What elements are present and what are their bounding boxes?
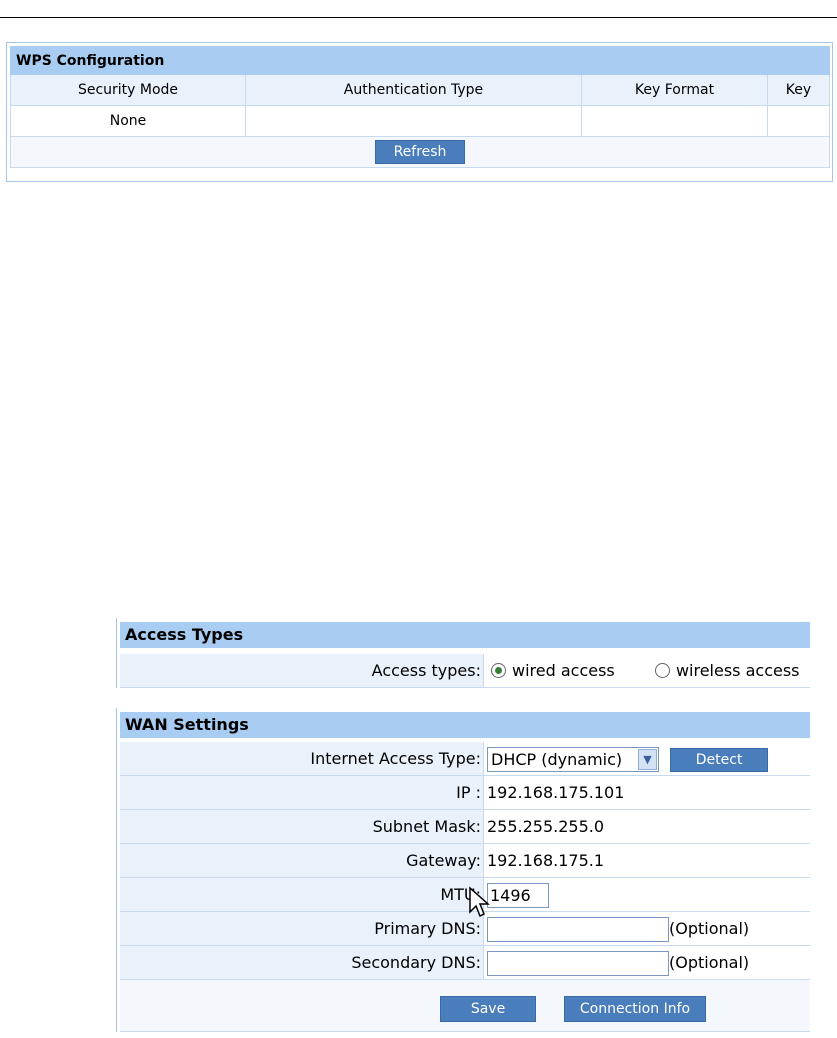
ip-label: IP : [120, 776, 484, 809]
internet-access-type-row: Internet Access Type: DHCP (dynamic) ▼ D… [120, 742, 810, 776]
refresh-row: Refresh [10, 136, 830, 168]
gateway-label: Gateway: [120, 844, 484, 877]
subnet-mask-label: Subnet Mask: [120, 810, 484, 843]
access-types-options: wired access wireless access [484, 654, 810, 687]
network-settings-panel: Access Types Access types: wired access … [116, 618, 810, 1032]
primary-dns-value: (Optional) [484, 912, 810, 945]
secondary-dns-value: (Optional) [484, 946, 810, 979]
secondary-dns-row: Secondary DNS: (Optional) [120, 946, 810, 980]
column-key: Key [767, 74, 830, 106]
secondary-dns-input[interactable] [487, 951, 669, 976]
column-security-mode: Security Mode [10, 74, 246, 106]
cell-key [767, 105, 830, 137]
wps-configuration-panel: WPS Configuration Security Mode Authenti… [6, 42, 833, 182]
subnet-mask-row: Subnet Mask: 255.255.255.0 [120, 810, 810, 844]
wireless-access-radio[interactable] [654, 663, 670, 678]
secondary-dns-optional: (Optional) [669, 953, 750, 972]
mouse-pointer-icon [469, 886, 490, 918]
access-types-title: Access Types [120, 622, 810, 648]
primary-dns-input[interactable] [487, 917, 669, 942]
gateway-row: Gateway: 192.168.175.1 [120, 844, 810, 878]
wps-title: WPS Configuration [10, 46, 830, 75]
mtu-value: 1496 [484, 878, 810, 911]
wps-table: WPS Configuration Security Mode Authenti… [10, 46, 830, 168]
internet-access-type-label: Internet Access Type: [120, 742, 484, 775]
wan-settings-title: WAN Settings [120, 712, 810, 738]
wired-access-radio[interactable] [491, 663, 506, 678]
table-row: None [10, 105, 830, 137]
ip-value: 192.168.175.101 [484, 776, 810, 809]
top-rule [0, 17, 837, 18]
column-key-format: Key Format [581, 74, 768, 106]
internet-access-type-selected: DHCP (dynamic) [491, 750, 623, 769]
access-types-row: Access types: wired access wireless acce… [120, 654, 810, 688]
internet-access-type-value: DHCP (dynamic) ▼ Detect [484, 742, 810, 775]
refresh-button[interactable]: Refresh [375, 140, 465, 164]
mtu-label: MTU: [120, 878, 484, 911]
subnet-mask-value: 255.255.255.0 [484, 810, 810, 843]
wireless-access-label[interactable]: wireless access [676, 661, 800, 680]
chevron-down-icon[interactable]: ▼ [638, 749, 657, 770]
ip-row: IP : 192.168.175.101 [120, 776, 810, 810]
cell-security-mode: None [10, 105, 246, 137]
actions-row: Save Connection Info [120, 980, 810, 1032]
mtu-input[interactable]: 1496 [487, 883, 549, 908]
save-button[interactable]: Save [440, 996, 536, 1022]
cell-authentication-type [245, 105, 582, 137]
primary-dns-row: Primary DNS: (Optional) [120, 912, 810, 946]
primary-dns-optional: (Optional) [669, 919, 750, 938]
primary-dns-label: Primary DNS: [120, 912, 484, 945]
gateway-value: 192.168.175.1 [484, 844, 810, 877]
column-authentication-type: Authentication Type [245, 74, 582, 106]
secondary-dns-label: Secondary DNS: [120, 946, 484, 979]
wired-access-label[interactable]: wired access [512, 661, 615, 680]
mtu-row: MTU: 1496 [120, 878, 810, 912]
detect-button[interactable]: Detect [670, 747, 769, 772]
internet-access-type-select[interactable]: DHCP (dynamic) ▼ [487, 747, 659, 772]
access-types-label: Access types: [120, 654, 484, 687]
connection-info-button[interactable]: Connection Info [564, 996, 706, 1022]
cell-key-format [581, 105, 768, 137]
